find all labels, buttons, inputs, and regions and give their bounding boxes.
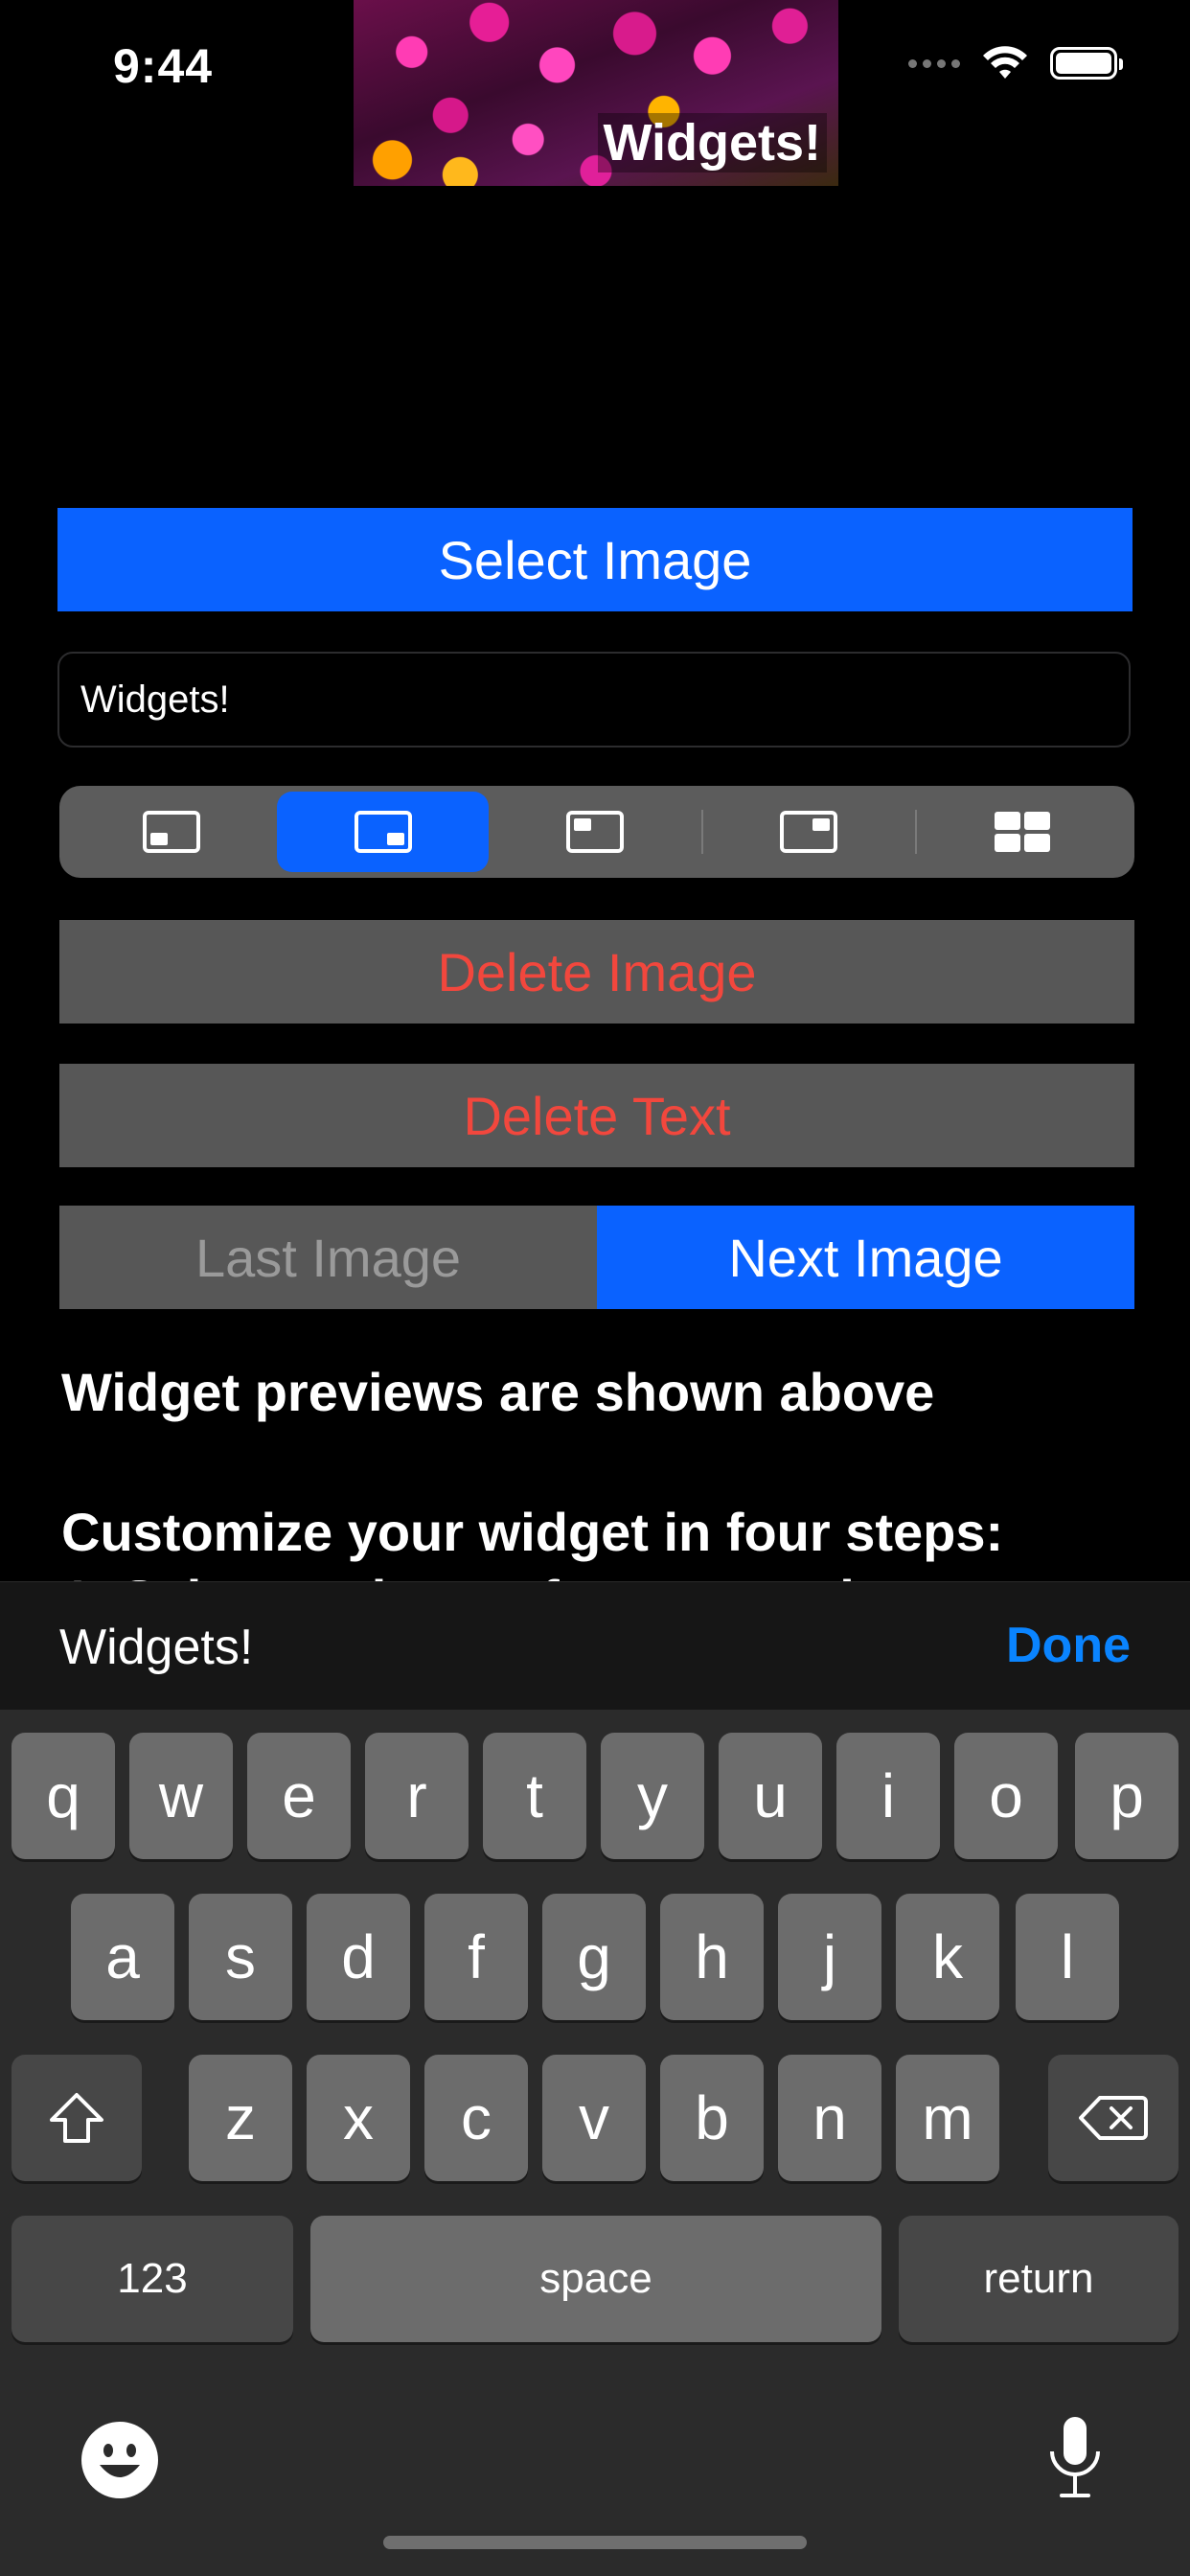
segment-top-right[interactable] [703,792,915,872]
delete-text-button[interactable]: Delete Text [59,1064,1134,1167]
key-u[interactable]: u [719,1733,822,1859]
key-f[interactable]: f [424,1894,528,2020]
key-g[interactable]: g [542,1894,646,2020]
keyboard-accessory-bar: Widgets! Done [0,1581,1190,1711]
segment-grid[interactable] [917,792,1129,872]
emoji-icon [81,2422,158,2498]
key-q[interactable]: q [11,1733,115,1859]
key-h[interactable]: h [660,1894,764,2020]
position-segmented-control[interactable] [59,786,1134,878]
status-time: 9:44 [113,39,214,93]
bottom-left-position-icon [142,811,200,853]
return-key[interactable]: return [899,2216,1179,2342]
preview-info-text: Widget previews are shown above [61,1362,935,1422]
battery-icon [1050,47,1123,80]
key-a[interactable]: a [71,1894,174,2020]
keyboard: q w e r t y u i o p a s d f g h j k l z … [0,1710,1190,2576]
key-i[interactable]: i [836,1733,940,1859]
accessory-text: Widgets! [59,1620,254,1675]
image-navigation: Last Image Next Image [59,1206,1134,1309]
numbers-key[interactable]: 123 [11,2216,293,2342]
widget-preview-image: Widgets! [354,0,838,186]
segment-bottom-left[interactable] [65,792,277,872]
dictation-button[interactable] [1044,2415,1106,2501]
emoji-button[interactable] [80,2421,159,2499]
delete-key[interactable] [1048,2055,1179,2181]
segment-top-left[interactable] [489,792,700,872]
key-p[interactable]: p [1075,1733,1179,1859]
key-l[interactable]: l [1016,1894,1119,2020]
key-y[interactable]: y [601,1733,704,1859]
next-image-button[interactable]: Next Image [597,1206,1134,1309]
space-key[interactable]: space [310,2216,881,2342]
segment-bottom-right[interactable] [277,792,490,872]
key-d[interactable]: d [307,1894,410,2020]
done-button[interactable]: Done [1006,1617,1131,1674]
key-t[interactable]: t [483,1733,586,1859]
shift-icon [50,2093,103,2143]
shift-key[interactable] [11,2055,142,2181]
signal-dots-icon [908,58,960,68]
status-icons [908,42,1123,84]
key-e[interactable]: e [247,1733,351,1859]
widget-text-field-value: Widgets! [80,678,230,721]
widget-preview-text: Widgets! [597,113,827,172]
instructions-heading: Customize your widget in four steps: [61,1502,1004,1562]
key-s[interactable]: s [189,1894,292,2020]
select-image-button[interactable]: Select Image [57,508,1133,611]
key-j[interactable]: j [778,1894,881,2020]
key-v[interactable]: v [542,2055,646,2181]
key-m[interactable]: m [896,2055,999,2181]
last-image-button[interactable]: Last Image [59,1206,597,1309]
backspace-icon [1079,2096,1148,2140]
key-r[interactable]: r [365,1733,469,1859]
key-c[interactable]: c [424,2055,528,2181]
home-indicator [383,2536,807,2549]
top-left-position-icon [566,811,624,853]
key-z[interactable]: z [189,2055,292,2181]
bottom-right-position-icon [354,811,412,853]
wifi-icon [983,46,1027,79]
key-n[interactable]: n [778,2055,881,2181]
key-w[interactable]: w [129,1733,233,1859]
top-right-position-icon [780,811,838,853]
key-o[interactable]: o [954,1733,1058,1859]
key-x[interactable]: x [307,2055,410,2181]
key-b[interactable]: b [660,2055,764,2181]
delete-image-button[interactable]: Delete Image [59,920,1134,1024]
microphone-icon [1050,2417,1100,2497]
key-k[interactable]: k [896,1894,999,2020]
grid-layout-icon [995,812,1051,852]
widget-text-field[interactable]: Widgets! [57,652,1131,748]
